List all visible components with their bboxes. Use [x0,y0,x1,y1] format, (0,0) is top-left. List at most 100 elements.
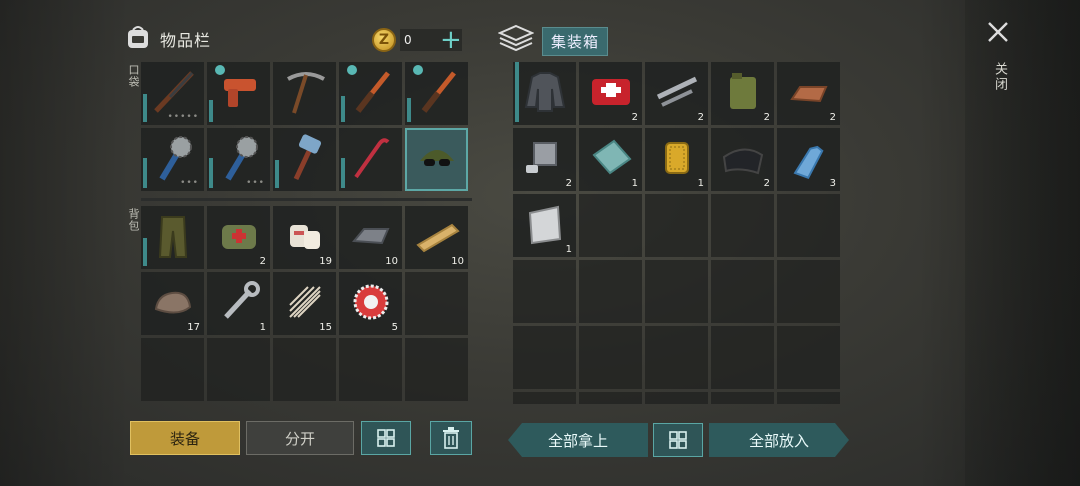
container-slot-empty[interactable] [579,194,642,257]
durability-bar [407,98,411,122]
item-count: 10 [385,256,398,267]
backpack-slot[interactable]: 17 [141,272,204,335]
close-button[interactable] [984,18,1012,46]
container-slot[interactable]: 2 [513,128,576,191]
mod-slots-indicator: ••• [180,178,199,188]
item-count: 17 [187,322,200,333]
close-label: 关闭 [992,62,1007,92]
sort-container-button[interactable] [653,423,703,457]
backpack-slot[interactable]: 10 [339,206,402,269]
container-slot[interactable]: 2 [711,62,774,125]
container-slot-empty[interactable] [513,326,576,389]
container-slot-empty[interactable] [513,392,576,404]
upgrade-badge-icon [215,65,225,75]
item-count: 10 [451,256,464,267]
camo-pants-icon [148,211,198,265]
item-count: 19 [319,256,332,267]
add-coins-button[interactable]: + [440,27,462,53]
item-count: 2 [259,256,266,267]
container-slot-empty[interactable] [645,392,708,404]
container-slot-empty[interactable] [711,326,774,389]
grid-sort-icon [377,429,395,447]
pocket-slot[interactable]: ••• [141,128,204,191]
backpack-slot[interactable]: 1 [207,272,270,335]
container-slot-empty[interactable] [645,326,708,389]
coin-display: Z 0 + [372,27,462,53]
mod-slots-indicator: ••••• [167,112,199,122]
inventory-title: 物品栏 [160,31,212,50]
container-slot[interactable] [513,62,576,125]
container-slot-empty[interactable] [513,260,576,323]
item-count: 3 [829,178,836,189]
sledgehammer-icon [280,133,330,187]
wrench-icon [214,277,264,331]
equip-button[interactable]: 装备 [130,421,240,455]
container-title: 集装箱 [542,26,609,56]
container-slot[interactable]: 2 [645,62,708,125]
durability-bar [341,96,345,122]
split-button[interactable]: 分开 [246,421,354,455]
container-slot-empty[interactable] [711,392,774,404]
container-slot[interactable]: 3 [777,128,840,191]
pocket-slot[interactable] [339,128,402,191]
first-aid-kit-icon [586,67,636,121]
pocket-slot[interactable]: ••• [207,128,270,191]
item-count: 5 [391,322,398,333]
container-slot[interactable]: 2 [579,62,642,125]
pocket-slot[interactable] [207,62,270,125]
container-slot-empty[interactable] [711,260,774,323]
item-count: 2 [763,112,770,123]
item-count: 2 [763,178,770,189]
durability-bar [143,238,147,266]
pocket-slot[interactable]: ••••• [141,62,204,125]
backpack-slot[interactable]: 19 [273,206,336,269]
container-slot[interactable]: 1 [513,194,576,257]
section-divider [141,198,472,201]
delete-button[interactable] [430,421,472,455]
container-icon [497,24,535,58]
backpack-slot-empty[interactable] [339,338,402,401]
container-slot-empty[interactable] [777,326,840,389]
container-slot[interactable]: 1 [579,128,642,191]
backpack-slot[interactable]: 10 [405,206,468,269]
sort-inventory-button[interactable] [361,421,411,455]
backpack-slot[interactable]: 2 [207,206,270,269]
container-slot-empty[interactable] [579,326,642,389]
armored-jacket-icon [520,67,570,121]
backpack-slot-empty[interactable] [141,338,204,401]
backpack-slot[interactable]: 15 [273,272,336,335]
pocket-slot[interactable] [273,62,336,125]
container-slot[interactable]: 1 [645,128,708,191]
take-all-button[interactable]: 全部拿上 [508,423,648,457]
container-slot-empty[interactable] [777,194,840,257]
backpack-slot-empty[interactable] [405,338,468,401]
backpack-slot[interactable]: 5 [339,272,402,335]
item-count: 2 [829,112,836,123]
coin-icon: Z [372,28,396,52]
backpack-slot-empty[interactable] [207,338,270,401]
container-slot[interactable]: 2 [777,62,840,125]
backpack-slot-empty[interactable] [405,272,468,335]
container-slot-empty[interactable] [579,260,642,323]
crowbar-icon [346,133,396,187]
jerry-can-icon [718,67,768,121]
sunglasses-cap-icon [412,133,462,187]
container-slot[interactable]: 2 [711,128,774,191]
container-slot-empty[interactable] [579,392,642,404]
container-slot-empty[interactable] [711,194,774,257]
put-all-button[interactable]: 全部放入 [709,423,849,457]
backpack-slot[interactable] [141,206,204,269]
mod-slots-indicator: ••• [246,178,265,188]
close-icon [988,22,1008,42]
container-slot-empty[interactable] [777,260,840,323]
pocket-slot[interactable] [405,62,468,125]
right-side-panel [965,0,1080,486]
container-slot-empty[interactable] [645,260,708,323]
container-slot-empty[interactable] [777,392,840,404]
backpack-slot-empty[interactable] [273,338,336,401]
pocket-slot[interactable] [405,128,468,191]
container-slot-empty[interactable] [645,194,708,257]
item-count: 1 [631,178,638,189]
pocket-slot[interactable] [273,128,336,191]
pocket-slot[interactable] [339,62,402,125]
